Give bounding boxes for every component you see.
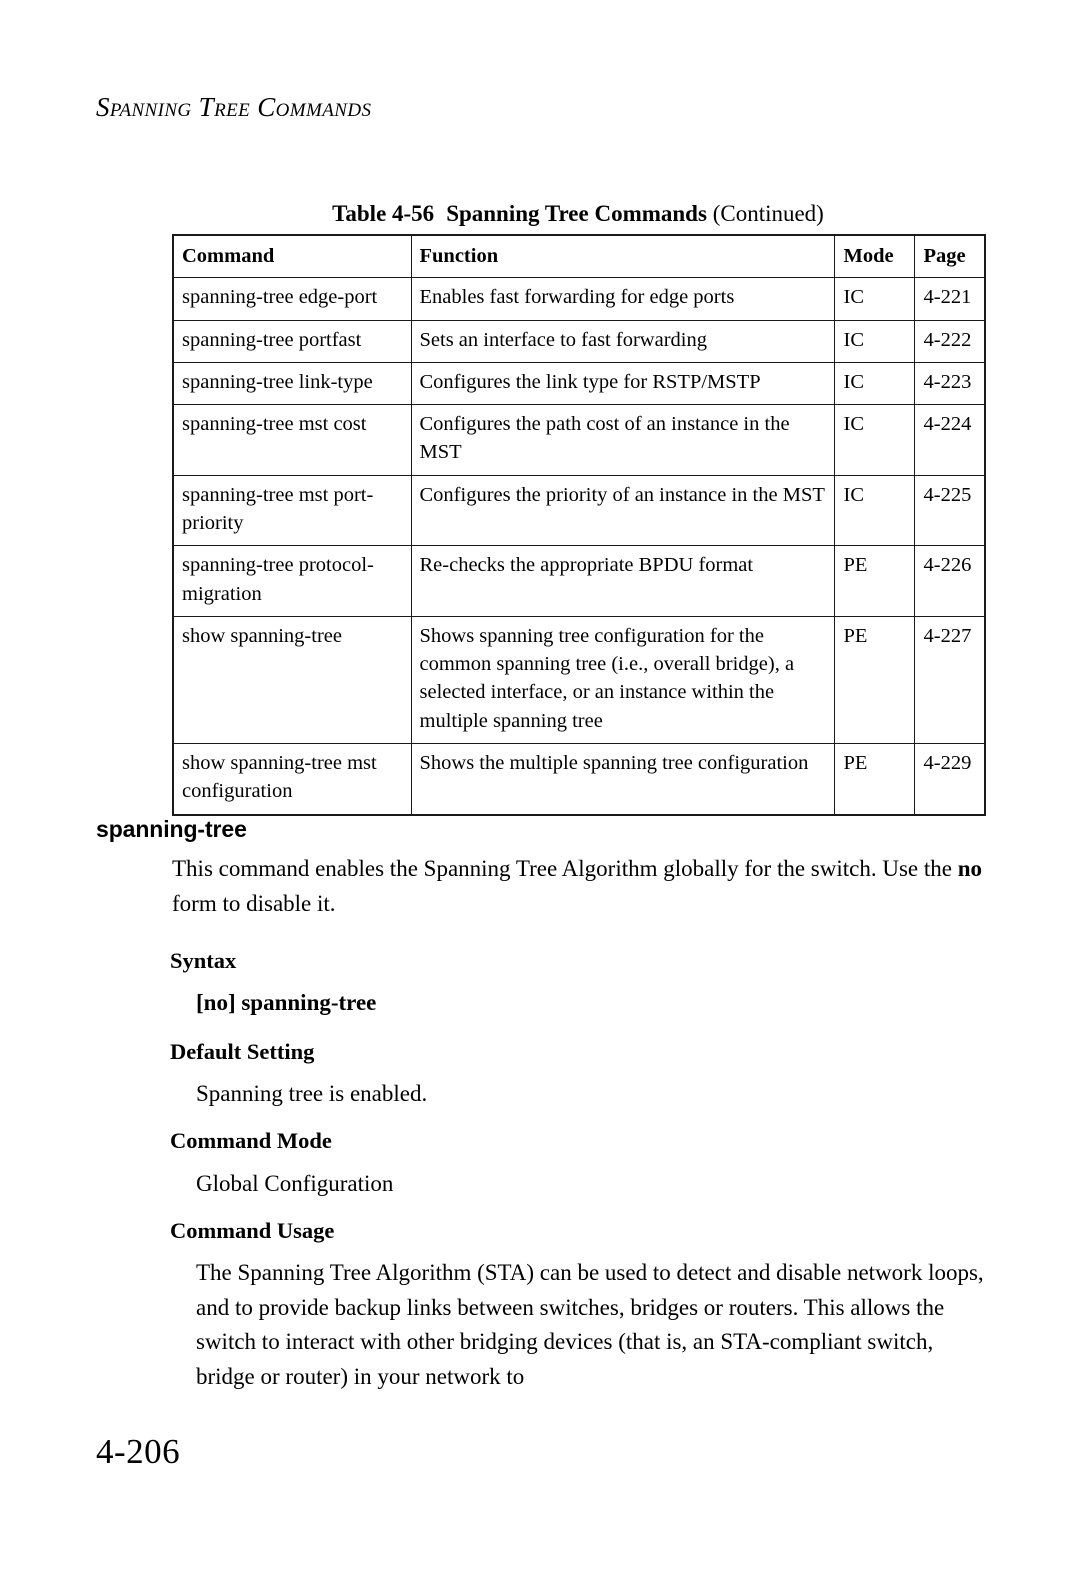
cell-command: spanning-tree protocol-migration bbox=[172, 545, 412, 617]
cell-page: 4-222 bbox=[913, 319, 986, 363]
cell-mode: IC bbox=[833, 361, 915, 406]
cell-page: 4-229 bbox=[913, 742, 986, 816]
cell-command: show spanning-tree bbox=[172, 615, 412, 744]
cell-command: spanning-tree mst port-priority bbox=[172, 474, 412, 547]
table-caption-suffix: (Continued) bbox=[712, 201, 824, 226]
table-caption-title: Spanning Tree Commands bbox=[446, 201, 707, 226]
cell-mode: PE bbox=[833, 615, 915, 744]
table-row: spanning-tree portfast Sets an interface… bbox=[172, 319, 986, 363]
cell-page: 4-224 bbox=[913, 404, 986, 476]
cell-mode: IC bbox=[833, 277, 915, 321]
cell-function: Shows spanning tree configuration for th… bbox=[410, 615, 835, 744]
cell-page: 4-226 bbox=[913, 545, 986, 617]
table-header-row: Command Function Mode Page bbox=[172, 234, 986, 279]
cell-function: Configures the path cost of an instance … bbox=[410, 404, 835, 476]
cell-command: show spanning-tree mst configuration bbox=[172, 742, 412, 816]
table-row: spanning-tree mst cost Configures the pa… bbox=[172, 404, 986, 476]
cell-function: Shows the multiple spanning tree configu… bbox=[410, 742, 835, 816]
cell-page: 4-225 bbox=[913, 474, 986, 547]
column-header-page: Page bbox=[913, 234, 986, 279]
command-section-heading: spanning-tree bbox=[96, 816, 247, 842]
table-row: spanning-tree link-type Configures the l… bbox=[172, 361, 986, 406]
default-setting-text: Spanning tree is enabled. bbox=[196, 1081, 428, 1106]
command-description-part2: form to disable it. bbox=[172, 890, 336, 916]
syntax-heading: Syntax bbox=[170, 948, 237, 973]
table-row: spanning-tree edge-port Enables fast for… bbox=[172, 277, 986, 321]
cell-command: spanning-tree edge-port bbox=[172, 277, 412, 321]
cell-function: Enables fast forwarding for edge ports bbox=[410, 277, 835, 321]
cell-page: 4-221 bbox=[913, 277, 986, 321]
column-header-mode: Mode bbox=[833, 234, 915, 279]
cell-mode: IC bbox=[833, 319, 915, 363]
spanning-tree-commands-table: Command Function Mode Page spanning-tree… bbox=[172, 234, 986, 816]
cell-command: spanning-tree mst cost bbox=[172, 404, 412, 476]
command-mode-text: Global Configuration bbox=[196, 1171, 394, 1196]
syntax-line: [no] spanning-tree bbox=[196, 990, 377, 1015]
command-usage-text: The Spanning Tree Algorithm (STA) can be… bbox=[196, 1260, 984, 1389]
default-setting-heading: Default Setting bbox=[170, 1039, 315, 1064]
table-caption: Table 4-56 Spanning Tree Commands (Contin… bbox=[172, 200, 984, 228]
cell-function: Re-checks the appropriate BPDU format bbox=[410, 545, 835, 617]
table-caption-label: Table 4-56 bbox=[332, 201, 435, 226]
column-header-function: Function bbox=[410, 234, 835, 279]
command-usage-heading: Command Usage bbox=[170, 1218, 335, 1243]
cell-mode: IC bbox=[833, 404, 915, 476]
cell-page: 4-227 bbox=[913, 615, 986, 744]
cell-function: Sets an interface to fast forwarding bbox=[410, 319, 835, 363]
column-header-command: Command bbox=[172, 234, 412, 279]
cell-mode: PE bbox=[833, 742, 915, 816]
cell-function: Configures the link type for RSTP/MSTP bbox=[410, 361, 835, 406]
command-description-keyword: no bbox=[957, 856, 983, 881]
cell-command: spanning-tree link-type bbox=[172, 361, 412, 406]
table-body: spanning-tree edge-port Enables fast for… bbox=[172, 277, 986, 816]
table-row: show spanning-tree Shows spanning tree c… bbox=[172, 615, 986, 744]
table-row: show spanning-tree mst configuration Sho… bbox=[172, 742, 986, 816]
table-row: spanning-tree protocol-migration Re-chec… bbox=[172, 545, 986, 617]
command-description-part1: This command enables the Spanning Tree A… bbox=[172, 856, 958, 881]
table-row: spanning-tree mst port-priority Configur… bbox=[172, 474, 986, 547]
command-description: This command enables the Spanning Tree A… bbox=[172, 852, 982, 921]
cell-page: 4-223 bbox=[913, 361, 986, 406]
page-number: 4-206 bbox=[96, 1432, 181, 1471]
cell-mode: IC bbox=[833, 474, 915, 547]
command-mode-heading: Command Mode bbox=[170, 1128, 332, 1153]
cell-function: Configures the priority of an instance i… bbox=[410, 474, 835, 547]
running-header: Spanning Tree Commands bbox=[96, 92, 372, 122]
cell-command: spanning-tree portfast bbox=[172, 319, 412, 363]
cell-mode: PE bbox=[833, 545, 915, 617]
